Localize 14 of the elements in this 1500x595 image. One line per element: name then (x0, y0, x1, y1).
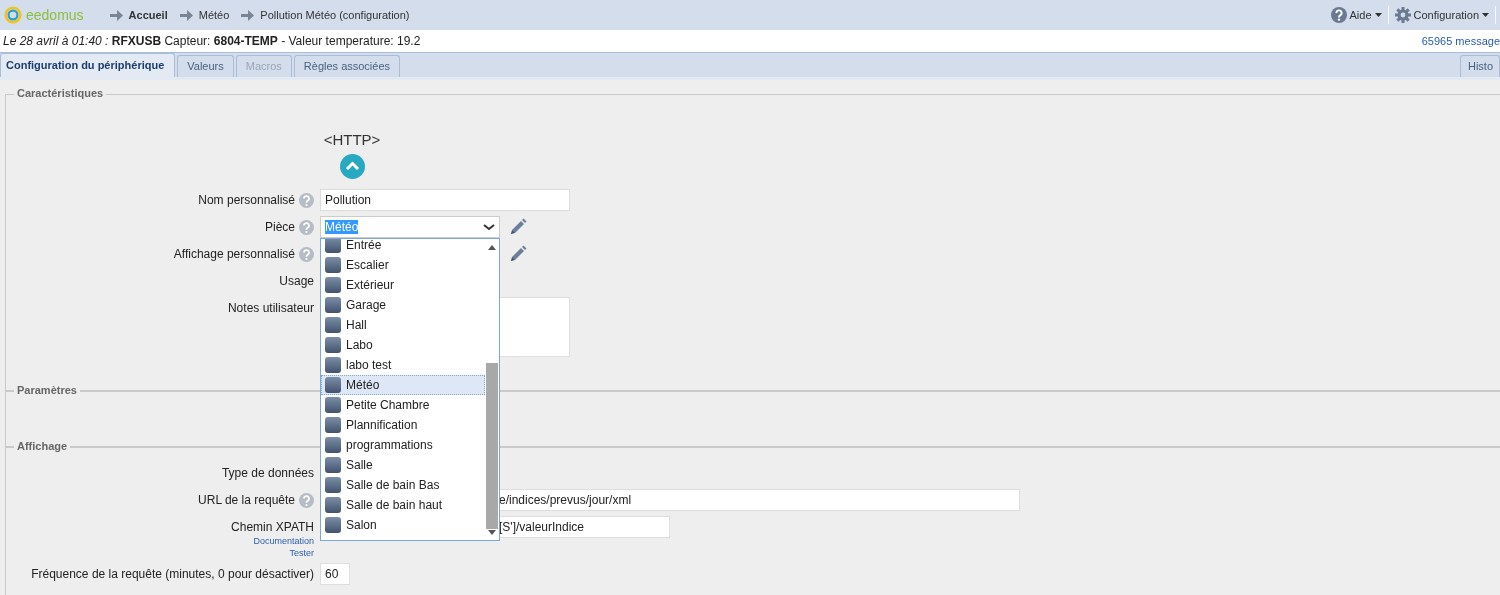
field-label: Pièce (264, 220, 295, 234)
field-label: Type de données (221, 466, 314, 480)
event-message: Le 28 avril à 01:40 : RFXUSB Capteur: 6804-TEMP - Valeur temperature: 19.2 (3, 34, 421, 48)
section-title: Affichage (14, 440, 71, 452)
field-label: Chemin XPATH (231, 520, 314, 534)
section-title: Paramètres (14, 384, 80, 396)
field-label: Fréquence de la requête (minutes, 0 pour désactiver) (31, 567, 314, 581)
field-label: Affichage personnalisé (173, 247, 295, 261)
section-title: Caractéristiques (14, 87, 107, 99)
field-label: Usage (279, 274, 314, 288)
device-type: <HTTP> (323, 131, 381, 148)
field-label: Notes utilisateur (227, 301, 314, 315)
field-label: Nom personnalisé (198, 193, 295, 207)
field-label: URL de la requête (198, 493, 295, 507)
